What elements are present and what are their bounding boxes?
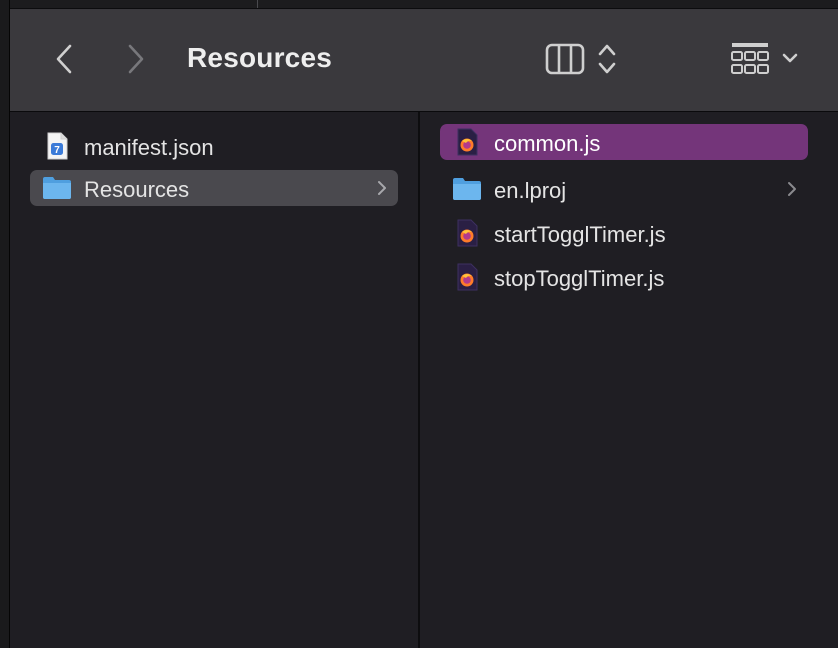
window-top-strip <box>0 0 838 9</box>
item-label: Resources <box>84 177 190 202</box>
list-item-en-lproj[interactable]: en.lproj <box>440 171 808 207</box>
group-button[interactable] <box>728 39 806 79</box>
view-mode-button[interactable] <box>545 41 623 77</box>
list-item-stoptoggltimer-js[interactable]: stopTogglTimer.js <box>440 259 808 295</box>
column-view-icon <box>545 43 616 75</box>
window-left-edge <box>0 0 10 648</box>
column-2: common.js en.lproj startTogglTimer.js st… <box>420 112 838 648</box>
js-file-icon <box>452 219 482 247</box>
grid-group-icon <box>731 43 798 74</box>
finder-window: Resources 7 manifest.json Resources comm… <box>0 0 838 648</box>
list-item-common-js[interactable]: common.js <box>440 124 808 160</box>
item-label: manifest.json <box>84 135 214 160</box>
column-1: 7 manifest.json Resources <box>10 112 418 648</box>
js-file-icon <box>452 128 482 156</box>
folder-icon <box>42 174 72 202</box>
folder-icon <box>452 175 482 203</box>
toolbar: Resources <box>10 9 838 112</box>
back-button[interactable] <box>50 41 78 77</box>
disclosure-chevron-icon <box>378 181 386 195</box>
chevron-right-icon <box>128 44 144 74</box>
item-label: stopTogglTimer.js <box>494 266 665 291</box>
top-strip-divider <box>257 0 258 8</box>
column-browser: 7 manifest.json Resources common.js en.l… <box>10 112 838 648</box>
list-item-starttoggltimer-js[interactable]: startTogglTimer.js <box>440 215 808 251</box>
chevron-left-icon <box>56 44 72 74</box>
forward-button[interactable] <box>122 41 150 77</box>
js-file-icon <box>452 263 482 291</box>
json-file-icon: 7 <box>42 132 72 160</box>
disclosure-chevron-icon <box>788 182 796 196</box>
item-label: en.lproj <box>494 178 567 203</box>
window-title: Resources <box>187 42 332 73</box>
item-label: common.js <box>494 131 601 156</box>
list-item-manifest-json[interactable]: 7 manifest.json <box>30 128 398 164</box>
list-item-resources[interactable]: Resources <box>30 170 398 206</box>
svg-text:7: 7 <box>54 145 60 156</box>
item-label: startTogglTimer.js <box>494 222 666 247</box>
